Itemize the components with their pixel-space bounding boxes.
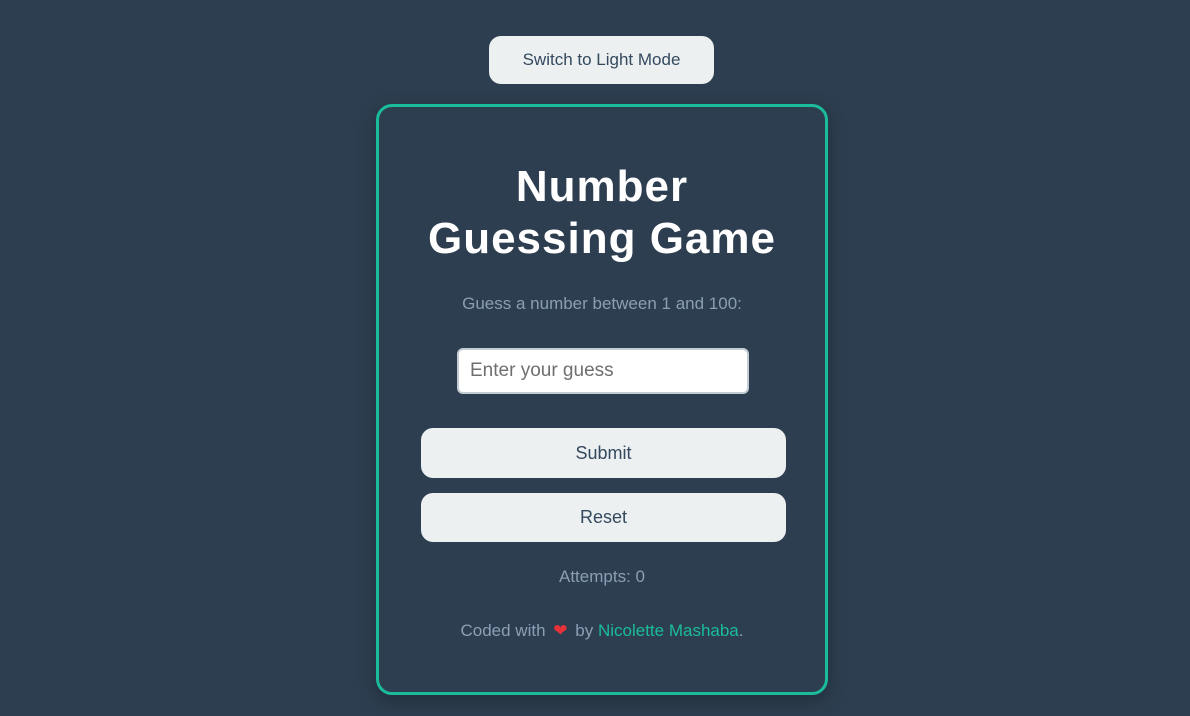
credit-by: by xyxy=(575,621,594,640)
credit-prefix: Coded with xyxy=(460,621,546,640)
title-line-2: Guessing Game xyxy=(427,214,776,263)
theme-toggle-button[interactable]: Switch to Light Mode xyxy=(489,36,714,84)
page: Switch to Light Mode Number Guessing Gam… xyxy=(0,0,1190,716)
game-card: Number Guessing Game Guess a number betw… xyxy=(376,104,828,695)
page-title: Number Guessing Game xyxy=(379,161,825,265)
footer-credit: Coded with ❤ by Nicolette Mashaba. xyxy=(379,621,825,641)
title-line-1: Number xyxy=(515,162,689,211)
attempts-counter: Attempts: 0 xyxy=(379,567,825,587)
heart-icon: ❤ xyxy=(553,621,568,640)
attempts-count: 0 xyxy=(635,567,645,586)
guess-input[interactable] xyxy=(457,348,749,394)
author-link[interactable]: Nicolette Mashaba xyxy=(598,621,739,640)
credit-suffix: . xyxy=(738,621,744,640)
submit-button[interactable]: Submit xyxy=(421,428,786,478)
attempts-label: Attempts: xyxy=(558,567,631,586)
instruction-text: Guess a number between 1 and 100: xyxy=(462,294,742,313)
reset-button[interactable]: Reset xyxy=(421,493,786,542)
